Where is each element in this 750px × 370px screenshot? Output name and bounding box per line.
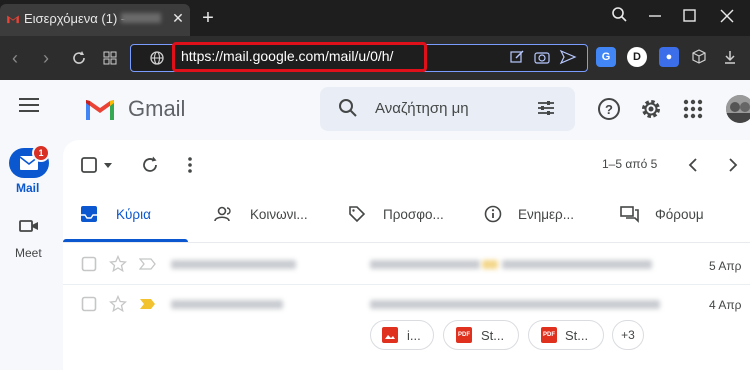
refresh-icon[interactable] — [140, 155, 160, 175]
row-checkbox[interactable] — [81, 296, 97, 312]
pagination-info: 1–5 από 5 — [602, 157, 658, 171]
unread-badge: 1 — [32, 144, 50, 162]
select-dropdown-icon[interactable] — [103, 160, 113, 170]
meet-video-icon[interactable] — [19, 218, 39, 234]
reload-icon[interactable] — [70, 49, 88, 67]
tag-icon — [349, 206, 366, 223]
attachment-chip[interactable] — [370, 320, 434, 350]
apps-grid-icon[interactable] — [680, 96, 706, 122]
cube-icon[interactable] — [690, 48, 708, 66]
image-file-icon — [382, 327, 398, 343]
tab-primary[interactable]: Κύρια — [116, 207, 151, 222]
gmail-favicon-icon — [7, 15, 19, 24]
inbox-icon — [81, 206, 97, 222]
shield-extension-icon[interactable]: ● — [659, 47, 679, 67]
url-text[interactable]: https://mail.google.com/mail/u/0/h/ — [181, 48, 393, 64]
gmail-wordmark: Gmail — [128, 96, 186, 121]
tab-forums[interactable]: Φόρουμ — [655, 207, 704, 222]
attachment-name: St... — [565, 328, 589, 343]
close-window-icon[interactable] — [704, 0, 750, 32]
row-date: 4 Απρ — [709, 298, 742, 312]
search-options-icon[interactable] — [536, 98, 556, 118]
main-menu-icon[interactable] — [19, 97, 39, 113]
pdf-file-icon: PDF — [541, 327, 557, 343]
row-date: 5 Απρ — [709, 259, 742, 273]
row-checkbox[interactable] — [81, 256, 97, 272]
tab-title-redacted — [121, 13, 161, 23]
subject-redacted — [370, 300, 660, 309]
tab-title: Εισερχόμενα (1) - — [24, 11, 126, 26]
tab-social[interactable]: Κοινωνι... — [250, 207, 308, 222]
google-translate-icon[interactable]: G — [596, 47, 616, 67]
importance-marker-icon[interactable] — [139, 297, 157, 311]
forward-icon[interactable]: › — [34, 46, 58, 70]
tab-updates[interactable]: Ενημερ... — [518, 207, 574, 222]
mail-nav-label[interactable]: Mail — [16, 181, 39, 195]
select-all-checkbox[interactable] — [80, 156, 98, 174]
tab-promotions[interactable]: Προσφο... — [383, 207, 444, 222]
account-avatar[interactable] — [726, 95, 750, 123]
more-options-icon[interactable] — [180, 155, 200, 175]
back-icon[interactable]: ‹ — [3, 46, 27, 70]
send-icon[interactable] — [559, 48, 577, 66]
search-icon[interactable] — [338, 98, 358, 118]
snippet-redacted — [502, 260, 652, 269]
forum-icon — [620, 206, 639, 223]
subject-redacted — [370, 260, 480, 269]
sender-redacted — [171, 260, 296, 269]
info-icon — [484, 205, 502, 223]
new-tab-button[interactable]: + — [198, 8, 218, 28]
settings-gear-icon[interactable] — [638, 96, 664, 122]
sender-redacted — [171, 300, 283, 309]
extension-d-icon[interactable]: D — [627, 47, 647, 67]
star-icon[interactable] — [109, 255, 127, 273]
globe-icon[interactable] — [148, 49, 166, 67]
attachment-name: i... — [407, 328, 421, 343]
edit-icon[interactable] — [508, 48, 526, 66]
meet-nav-label[interactable]: Meet — [15, 246, 42, 260]
people-icon — [214, 206, 231, 222]
subject-redacted-emoji — [482, 260, 498, 269]
gmail-logo-icon[interactable] — [84, 98, 116, 122]
importance-marker-icon[interactable] — [139, 257, 157, 271]
tabs-divider — [63, 242, 750, 243]
camera-icon[interactable] — [533, 48, 551, 66]
tab-close-button[interactable]: ✕ — [168, 8, 188, 28]
speed-dial-icon[interactable] — [101, 49, 119, 67]
more-attachments-chip[interactable]: +3 — [612, 320, 644, 350]
attachment-name: St... — [481, 328, 505, 343]
newer-page-icon[interactable] — [684, 155, 704, 175]
svg-text:?: ? — [605, 102, 613, 117]
search-input[interactable]: Αναζήτηση μη — [375, 100, 469, 117]
pdf-file-icon: PDF — [456, 327, 472, 343]
older-page-icon[interactable] — [722, 155, 742, 175]
help-icon[interactable]: ? — [596, 96, 622, 122]
star-icon[interactable] — [109, 295, 127, 313]
download-icon[interactable] — [721, 48, 739, 66]
